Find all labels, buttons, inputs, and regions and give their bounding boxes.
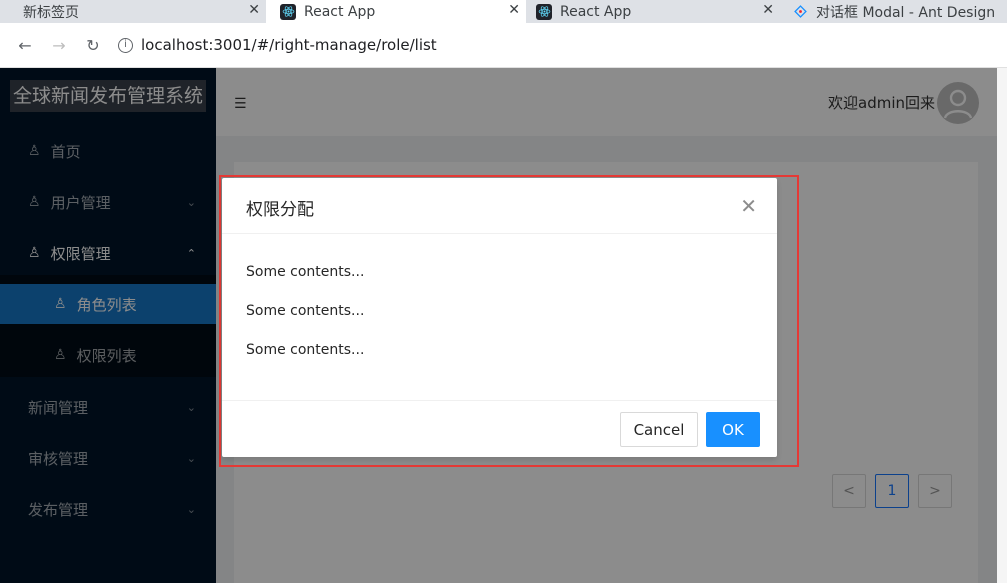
browser-tab-new[interactable]: 新标签页 ✕ [0, 0, 266, 23]
modal-title: 权限分配 [246, 200, 314, 220]
info-icon[interactable]: i [118, 37, 133, 53]
close-icon[interactable]: ✕ [762, 2, 774, 18]
tab-title: 对话框 Modal - Ant Design [816, 4, 996, 21]
tab-title: React App [304, 3, 376, 20]
browser-tab-strip: 新标签页 ✕ React App ✕ React App ✕ 对话框 Modal… [0, 0, 1007, 23]
modal-footer-divider [222, 400, 777, 401]
permission-modal: 权限分配 ✕ Some contents... Some contents...… [222, 178, 777, 457]
ant-design-logo-icon [792, 4, 808, 20]
close-icon[interactable]: ✕ [740, 194, 757, 218]
modal-content-line: Some contents... [246, 264, 365, 280]
modal-header-divider [222, 233, 777, 234]
url-field[interactable]: localhost:3001/#/right-manage/role/list [141, 36, 437, 54]
modal-content-line: Some contents... [246, 303, 365, 319]
browser-tab-ant-design[interactable]: 对话框 Modal - Ant Design [780, 0, 1007, 23]
react-logo-icon [280, 3, 296, 20]
react-logo-icon [536, 3, 552, 20]
forward-arrow-icon[interactable]: → [48, 36, 70, 55]
back-arrow-icon[interactable]: ← [14, 36, 36, 55]
reload-icon[interactable]: ↻ [82, 36, 104, 55]
page-right-edge [997, 68, 1007, 583]
modal-content-line: Some contents... [246, 342, 365, 358]
ok-button[interactable]: OK [706, 412, 760, 447]
close-icon[interactable]: ✕ [248, 2, 260, 18]
tab-title: React App [560, 3, 632, 20]
tab-title: 新标签页 [23, 4, 79, 21]
cancel-button[interactable]: Cancel [620, 412, 698, 447]
browser-tab-react-app-active[interactable]: React App ✕ [266, 0, 526, 23]
browser-tab-react-app[interactable]: React App ✕ [526, 0, 780, 23]
close-icon[interactable]: ✕ [508, 2, 520, 18]
address-bar: ← → ↻ i localhost:3001/#/right-manage/ro… [0, 23, 1007, 68]
